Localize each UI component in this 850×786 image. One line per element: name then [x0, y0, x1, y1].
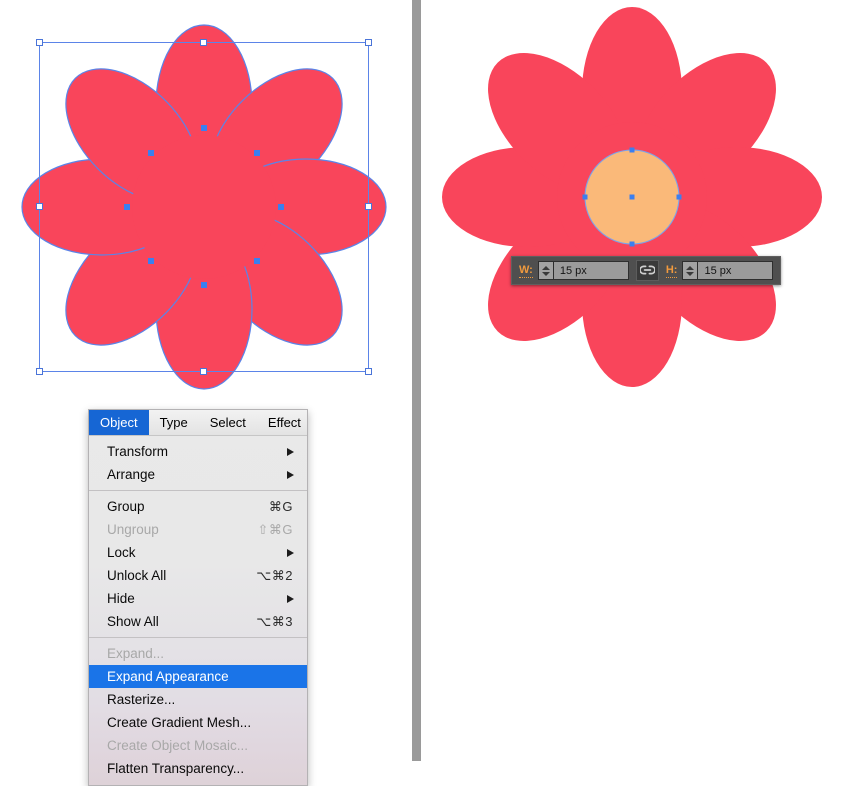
menubar-item-object[interactable]: Object [89, 410, 149, 435]
flower-shape-right[interactable] [421, 0, 850, 400]
width-stepper[interactable] [538, 262, 554, 279]
menu-item-ungroup: Ungroup ⇧⌘G [89, 518, 307, 541]
flower-center-circle [584, 149, 680, 245]
menubar-item-effect[interactable]: Effect [257, 410, 312, 435]
width-label: W: [519, 263, 533, 278]
menu-item-rasterize[interactable]: Rasterize... [89, 688, 307, 711]
menu-item-label: Hide [107, 591, 135, 606]
submenu-arrow-icon [287, 594, 294, 603]
menu-item-create-gradient-mesh[interactable]: Create Gradient Mesh... [89, 711, 307, 734]
menu-item-expand-appearance[interactable]: Expand Appearance [89, 665, 307, 688]
menu-item-label: Unlock All [107, 568, 167, 583]
width-input-field[interactable]: 15 px [537, 261, 629, 280]
menu-item-label: Show All [107, 614, 159, 629]
menu-item-expand: Expand... [89, 642, 307, 665]
menu-item-label: Group [107, 499, 145, 514]
menubar-item-select[interactable]: Select [199, 410, 257, 435]
menu-item-shortcut: ⇧⌘G [257, 521, 293, 537]
chevron-down-icon[interactable] [686, 271, 695, 276]
menu-item-unlock-all[interactable]: Unlock All ⌥⌘2 [89, 564, 307, 587]
menu-item-label: Flatten Transparency... [107, 761, 245, 776]
menu-item-group[interactable]: Group ⌘G [89, 495, 307, 518]
menu-item-show-all[interactable]: Show All ⌥⌘3 [89, 610, 307, 633]
submenu-arrow-icon [287, 470, 294, 479]
menu-bar[interactable]: Object Type Select Effect [89, 410, 307, 436]
submenu-arrow-icon [287, 447, 294, 456]
menu-item-label: Expand Appearance [107, 669, 229, 684]
menu-item-label: Expand... [107, 646, 165, 661]
menu-item-hide[interactable]: Hide [89, 587, 307, 610]
menu-separator [89, 637, 307, 638]
app-canvas: W: 15 px H: 15 px Object Type Select Eff… [0, 0, 850, 786]
menu-item-label: Transform [107, 444, 169, 459]
width-input-value[interactable]: 15 px [553, 262, 628, 279]
height-input-field[interactable]: 15 px [682, 261, 774, 280]
menu-separator [89, 490, 307, 491]
menu-item-label: Arrange [107, 467, 156, 482]
right-artboard[interactable] [421, 0, 850, 400]
menu-item-label: Rasterize... [107, 692, 176, 707]
height-stepper[interactable] [683, 262, 699, 279]
menu-item-flatten-transparency[interactable]: Flatten Transparency... [89, 757, 307, 780]
chevron-up-icon[interactable] [686, 265, 695, 270]
chevron-down-icon[interactable] [541, 271, 550, 276]
width-height-toolbar[interactable]: W: 15 px H: 15 px [511, 256, 782, 285]
menu-item-create-object-mosaic: Create Object Mosaic... [89, 734, 307, 757]
menu-item-lock[interactable]: Lock [89, 541, 307, 564]
height-control-group[interactable]: H: 15 px [665, 261, 774, 280]
menu-item-shortcut: ⌘G [268, 498, 293, 514]
submenu-arrow-icon [287, 548, 294, 557]
menu-item-shortcut: ⌥⌘2 [256, 567, 293, 583]
link-dimensions-button[interactable] [635, 260, 659, 281]
left-artboard[interactable] [0, 0, 412, 400]
height-input-value[interactable]: 15 px [698, 262, 773, 279]
menu-item-label: Ungroup [107, 522, 159, 537]
object-menu[interactable]: Object Type Select Effect Transform Arrange G… [88, 409, 308, 786]
chain-link-icon [639, 265, 655, 275]
height-label: H: [665, 263, 678, 278]
flower-shape-left[interactable] [0, 0, 412, 400]
menu-item-arrange[interactable]: Arrange [89, 463, 307, 486]
menu-item-list[interactable]: Transform Arrange Group ⌘G Ungroup ⇧⌘G Lock Unl… [89, 436, 307, 780]
menu-item-shortcut: ⌥⌘3 [256, 613, 293, 629]
chevron-up-icon[interactable] [541, 265, 550, 270]
menu-item-transform[interactable]: Transform [89, 440, 307, 463]
menu-item-label: Create Gradient Mesh... [107, 715, 252, 730]
panel-divider [412, 0, 421, 761]
width-control-group[interactable]: W: 15 px [519, 261, 629, 280]
menu-item-label: Lock [107, 545, 136, 560]
menubar-item-type[interactable]: Type [149, 410, 199, 435]
menu-item-label: Create Object Mosaic... [107, 738, 249, 753]
